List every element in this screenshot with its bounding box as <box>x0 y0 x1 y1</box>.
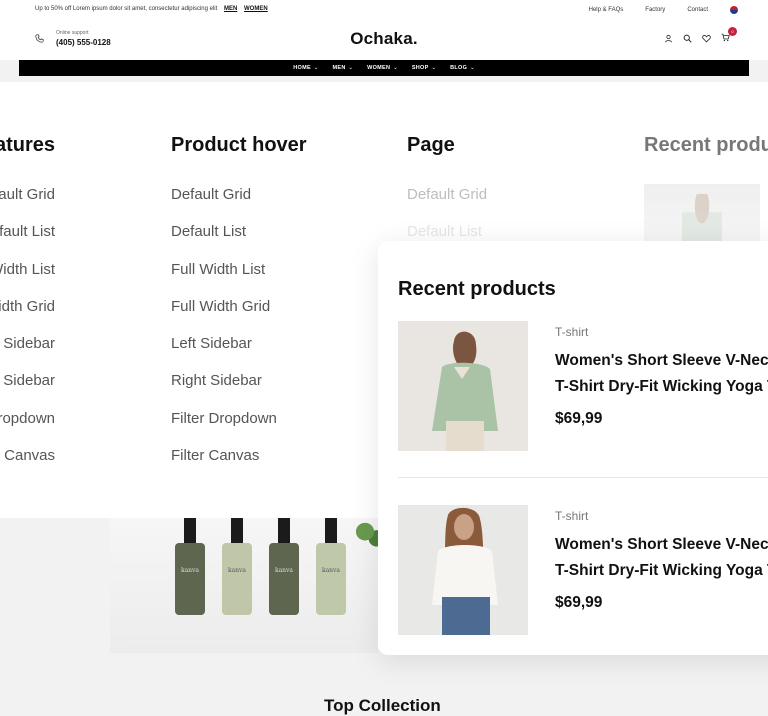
language-flag-icon[interactable] <box>730 6 738 14</box>
product-image[interactable] <box>398 321 528 451</box>
bottle-label: kanva <box>274 567 294 574</box>
chevron-down-icon: ⌄ <box>470 65 475 71</box>
bottle-image: kanva <box>316 518 346 615</box>
mega-link[interactable]: Filter Dropdown <box>0 410 55 447</box>
contact-link[interactable]: Contact <box>687 7 708 13</box>
mega-col-features: Features Default Grid Default List Full … <box>0 134 55 484</box>
section-title: Top Collection <box>324 696 441 715</box>
mega-link[interactable]: Default List <box>0 223 55 260</box>
mega-link[interactable]: Full Width List <box>0 261 55 298</box>
bottle-image: kanva <box>269 518 299 615</box>
mega-link[interactable]: Right Sidebar <box>0 372 55 409</box>
main-nav: HOME ⌄ MEN ⌄ WOMEN ⌄ SHOP ⌄ BLOG ⌄ <box>19 60 749 76</box>
cart-count-badge: 0 <box>728 27 737 36</box>
nav-item-women[interactable]: WOMEN ⌄ <box>367 65 398 71</box>
account-icon[interactable] <box>664 34 673 43</box>
promo-text: Up to 50% off Lorem ipsum dolor sit amet… <box>35 6 268 12</box>
mega-col-title: Features <box>0 134 55 156</box>
bottle-image: kanva <box>175 518 205 615</box>
bottle-label: kanva <box>321 567 341 574</box>
chevron-down-icon: ⌄ <box>348 65 354 71</box>
mega-link[interactable]: Full Width Grid <box>171 298 307 335</box>
nav-item-shop[interactable]: SHOP ⌄ <box>412 65 436 71</box>
divider <box>398 477 768 478</box>
chevron-down-icon: ⌄ <box>393 65 398 71</box>
product-photo-icon <box>398 321 528 451</box>
recent-products-card: Recent products T-shirt Women's Short Sl… <box>378 241 768 655</box>
nav-item-blog[interactable]: BLOG ⌄ <box>450 65 475 71</box>
mega-link[interactable]: Filter Canvas <box>0 447 55 484</box>
factory-link[interactable]: Factory <box>645 7 665 13</box>
header-icons: 0 <box>664 27 737 44</box>
announcement-bar: Up to 50% off Lorem ipsum dolor sit amet… <box>0 0 768 18</box>
product-photo-icon <box>398 505 528 635</box>
product-category: T-shirt <box>555 509 589 523</box>
product-name[interactable]: Women's Short Sleeve V-Neck T-Shirt Dry-… <box>555 348 768 400</box>
product-price: $69,99 <box>555 410 603 427</box>
cart-button[interactable]: 0 <box>721 27 737 44</box>
mega-col-title: Recent products <box>644 134 768 156</box>
nav-item-home[interactable]: HOME ⌄ <box>293 65 318 71</box>
nav-item-men[interactable]: MEN ⌄ <box>332 65 353 71</box>
search-icon[interactable] <box>683 34 692 43</box>
wishlist-heart-icon[interactable] <box>702 34 711 43</box>
mega-link[interactable]: Default Grid <box>171 186 307 223</box>
product-price: $69,99 <box>555 594 603 611</box>
product-item[interactable]: T-shirt Women's Short Sleeve V-Neck T-Sh… <box>398 505 768 635</box>
mega-link[interactable]: Default Grid <box>0 186 55 223</box>
chevron-down-icon: ⌄ <box>431 65 437 71</box>
mega-col-recent-products: Recent products <box>644 134 768 252</box>
mega-col-title: Product hover <box>171 134 307 156</box>
mega-link[interactable]: Full Width List <box>171 261 307 298</box>
mega-link[interactable]: Default Grid <box>407 186 487 223</box>
mega-link[interactable]: Full Width Grid <box>0 298 55 335</box>
mega-link[interactable]: Filter Dropdown <box>171 410 307 447</box>
top-links: Help & FAQs Factory Contact <box>589 6 738 14</box>
plant-decoration <box>356 518 378 552</box>
mega-col-title: Page <box>407 134 455 156</box>
promo-link-women[interactable]: WOMEN <box>244 6 268 12</box>
help-faq-link[interactable]: Help & FAQs <box>589 7 624 13</box>
product-category: T-shirt <box>555 325 589 339</box>
bottle-image: kanva <box>222 518 252 615</box>
product-banner-image: kanva kanva kanva kanva <box>110 518 378 653</box>
product-item[interactable]: T-shirt Women's Short Sleeve V-Neck T-Sh… <box>398 321 768 451</box>
mega-col-product-hover: Product hover Default Grid Default List … <box>171 134 307 484</box>
product-name[interactable]: Women's Short Sleeve V-Neck T-Shirt Dry-… <box>555 532 768 584</box>
mega-link[interactable]: Filter Canvas <box>171 447 307 484</box>
bottle-label: kanva <box>227 567 247 574</box>
bottle-label: kanva <box>180 567 200 574</box>
chevron-down-icon: ⌄ <box>313 65 319 71</box>
site-header: Online support (405) 555-0128 Ochaka. 0 <box>0 18 768 60</box>
recent-products-title: Recent products <box>398 278 556 300</box>
product-image[interactable] <box>398 505 528 635</box>
promo-link-men[interactable]: MEN <box>224 6 237 12</box>
mega-link[interactable]: Default List <box>171 223 307 260</box>
mega-link[interactable]: Left Sidebar <box>171 335 307 372</box>
mega-link[interactable]: Right Sidebar <box>171 372 307 409</box>
site-logo[interactable]: Ochaka. <box>0 29 768 49</box>
mega-link[interactable]: Left Sidebar <box>0 335 55 372</box>
